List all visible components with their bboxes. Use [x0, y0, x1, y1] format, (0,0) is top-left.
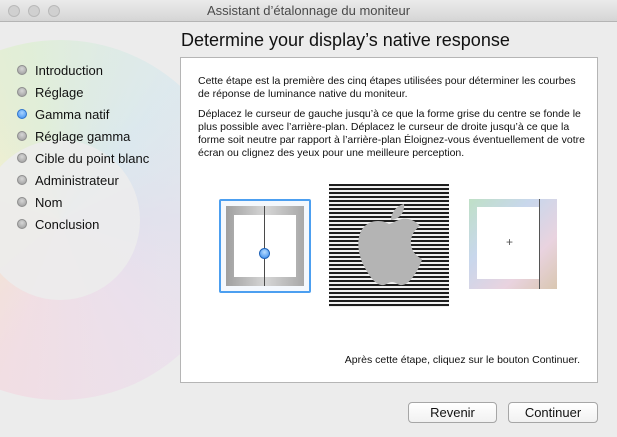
window-title: Assistant d’étalonnage du moniteur	[206, 3, 411, 18]
step-status-icon	[17, 131, 27, 141]
step-cible-point-blanc: Cible du point blanc	[17, 147, 149, 169]
step-list: Introduction Réglage Gamma natif Réglage…	[17, 59, 149, 235]
right-slider-track[interactable]	[539, 199, 540, 289]
step-label: Nom	[35, 194, 63, 210]
step-label: Gamma natif	[35, 106, 110, 122]
step-label: Réglage gamma	[35, 128, 131, 144]
continue-button[interactable]: Continuer	[508, 402, 598, 423]
title-bar: Assistant d’étalonnage du moniteur	[0, 0, 617, 22]
apple-logo-icon	[358, 204, 422, 286]
step-administrateur: Administrateur	[17, 169, 149, 191]
instructions-paragraph: Déplacez le curseur de gauche jusqu’à ce…	[198, 108, 585, 159]
step-status-icon	[17, 197, 27, 207]
step-status-icon	[17, 87, 27, 97]
step-nom: Nom	[17, 191, 149, 213]
left-gradient-background	[226, 206, 304, 286]
step-status-icon	[17, 65, 27, 75]
intro-paragraph: Cette étape est la première des cinq éta…	[198, 75, 576, 100]
continue-hint: Après cette étape, cliquez sur le bouton…	[344, 354, 580, 366]
step-status-icon	[17, 219, 27, 229]
step-label: Cible du point blanc	[35, 150, 150, 166]
left-brightness-slider-box[interactable]	[219, 199, 311, 293]
crosshair-icon[interactable]: +	[506, 236, 513, 248]
step-current-icon	[17, 109, 27, 119]
page-title: Determine your display’s native response	[181, 30, 510, 50]
step-gamma-natif: Gamma natif	[17, 103, 149, 125]
step-status-icon	[17, 153, 27, 163]
step-label: Réglage	[35, 84, 84, 100]
content-panel: Cette étape est la première des cinq éta…	[180, 57, 598, 383]
right-neutral-slider-box[interactable]: +	[469, 199, 557, 289]
step-conclusion: Conclusion	[17, 213, 149, 235]
left-slider-knob[interactable]	[259, 248, 270, 259]
back-button[interactable]: Revenir	[408, 402, 497, 423]
striped-test-pattern	[329, 184, 449, 307]
left-white-patch	[234, 215, 296, 277]
step-introduction: Introduction	[17, 59, 149, 81]
left-slider-track[interactable]	[264, 206, 265, 286]
step-label: Administrateur	[35, 172, 119, 188]
step-label: Conclusion	[35, 216, 100, 232]
step-reglage-gamma: Réglage gamma	[17, 125, 149, 147]
step-status-icon	[17, 175, 27, 185]
step-reglage: Réglage	[17, 81, 149, 103]
step-label: Introduction	[35, 62, 103, 78]
calibration-window: Assistant d’étalonnage du moniteur Intro…	[0, 0, 617, 437]
